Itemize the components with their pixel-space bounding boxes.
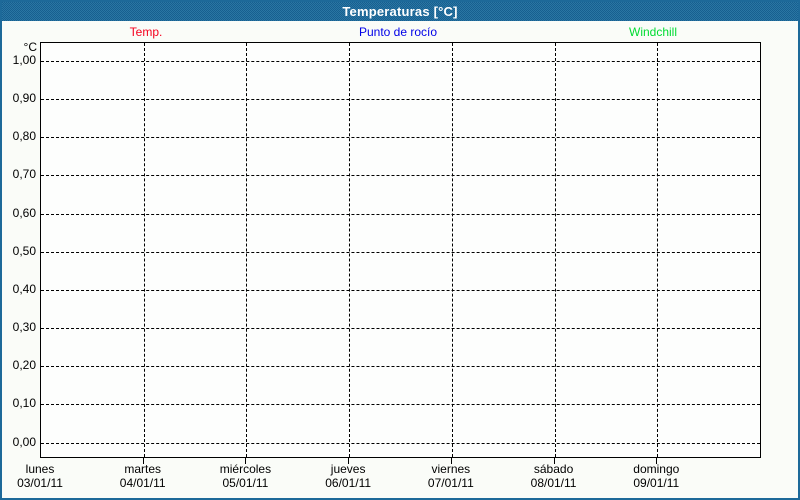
- legend-item-temp: Temp.: [130, 25, 163, 39]
- x-axis-day-label: domingo: [601, 462, 711, 476]
- v-gridline: [657, 43, 658, 457]
- x-axis-date-label: 07/01/11: [396, 476, 506, 490]
- x-tick-mark: [451, 457, 452, 464]
- h-gridline: [41, 404, 760, 405]
- x-axis-day-label: viernes: [396, 462, 506, 476]
- v-gridline: [349, 43, 350, 457]
- x-axis-label: jueves06/01/11: [293, 462, 403, 490]
- h-gridline: [41, 61, 760, 62]
- v-gridline: [144, 43, 145, 457]
- x-axis-day-label: lunes: [0, 462, 95, 476]
- h-gridline: [41, 175, 760, 176]
- h-gridline: [41, 366, 760, 367]
- v-gridline: [452, 43, 453, 457]
- y-tick-label: 0,00: [0, 435, 36, 449]
- v-gridline: [555, 43, 556, 457]
- h-gridline: [41, 214, 760, 215]
- chart-stage: Temp. Punto de rocío Windchill °C 1,00 0,90…: [0, 0, 800, 500]
- h-gridline: [41, 290, 760, 291]
- legend-item-windchill: Windchill: [629, 25, 677, 39]
- x-axis-day-label: sábado: [499, 462, 609, 476]
- h-gridline: [41, 137, 760, 138]
- x-tick-mark: [656, 457, 657, 464]
- x-axis-date-label: 06/01/11: [293, 476, 403, 490]
- y-tick-label: 0,50: [0, 244, 36, 258]
- y-tick-label: 0,10: [0, 396, 36, 410]
- x-tick-mark: [143, 457, 144, 464]
- v-gridline: [246, 43, 247, 457]
- x-axis-label: viernes07/01/11: [396, 462, 506, 490]
- y-axis-unit-label: °C: [0, 40, 37, 54]
- plot-area: [40, 42, 761, 458]
- y-tick-label: 1,00: [0, 53, 36, 67]
- legend-item-dewpoint: Punto de rocío: [359, 25, 437, 39]
- y-tick-label: 0,40: [0, 282, 36, 296]
- x-axis-label: martes04/01/11: [88, 462, 198, 490]
- y-tick-label: 0,90: [0, 91, 36, 105]
- y-tick-label: 0,20: [0, 358, 36, 372]
- x-tick-mark: [348, 457, 349, 464]
- h-gridline: [41, 252, 760, 253]
- h-gridline: [41, 328, 760, 329]
- x-axis-day-label: jueves: [293, 462, 403, 476]
- x-axis-label: lunes03/01/11: [0, 462, 95, 490]
- y-tick-label: 0,60: [0, 206, 36, 220]
- x-axis-day-label: martes: [88, 462, 198, 476]
- x-axis-label: domingo09/01/11: [601, 462, 711, 490]
- h-gridline: [41, 99, 760, 100]
- x-axis-label: sábado08/01/11: [499, 462, 609, 490]
- y-tick-label: 0,80: [0, 129, 36, 143]
- x-axis-date-label: 09/01/11: [601, 476, 711, 490]
- x-axis-day-label: miércoles: [190, 462, 300, 476]
- x-axis-date-label: 05/01/11: [190, 476, 300, 490]
- x-axis-date-label: 03/01/11: [0, 476, 95, 490]
- x-axis-date-label: 04/01/11: [88, 476, 198, 490]
- x-axis-label: miércoles05/01/11: [190, 462, 300, 490]
- y-tick-label: 0,70: [0, 167, 36, 181]
- chart-window: Temperaturas [°C] Temp.Punto de rocíoWin…: [0, 0, 800, 500]
- x-tick-mark: [554, 457, 555, 464]
- x-tick-mark: [245, 457, 246, 464]
- x-axis-date-label: 08/01/11: [499, 476, 609, 490]
- y-tick-label: 0,30: [0, 320, 36, 334]
- h-gridline: [41, 443, 760, 444]
